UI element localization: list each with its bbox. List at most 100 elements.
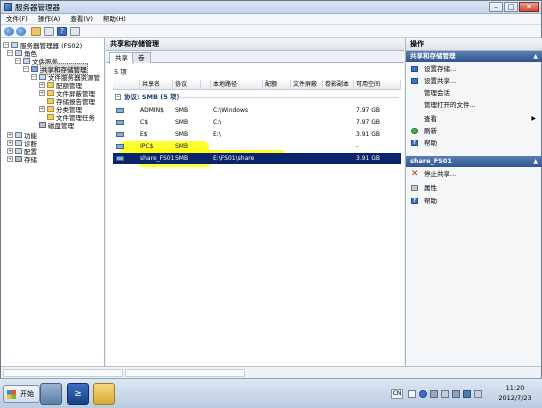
table-row[interactable]: C$ SMB C:\ 7.97 GB xyxy=(113,117,401,128)
tab-shares[interactable]: 共享 xyxy=(109,52,134,64)
folder-icon xyxy=(47,106,54,112)
help-icon: ? xyxy=(411,198,418,204)
action-stop-sharing[interactable]: ✕ 停止共享... xyxy=(406,169,542,179)
share-icon xyxy=(116,144,124,149)
collapse-icon[interactable]: − xyxy=(15,58,21,64)
share-icon xyxy=(116,132,124,137)
up-icon[interactable] xyxy=(31,27,41,36)
action-view[interactable]: 查看 ▶ xyxy=(406,114,542,124)
actions-section-share-fs01[interactable]: share_FS01 ▲ xyxy=(406,156,542,167)
folder-icon xyxy=(47,90,54,96)
help-tray-icon[interactable] xyxy=(419,390,427,398)
ime-icon[interactable] xyxy=(430,390,438,398)
menu-action[interactable]: 操作(A) xyxy=(33,14,66,24)
column-shadow-copies[interactable]: 卷影副本 xyxy=(323,80,354,90)
server-manager-taskbar-icon[interactable] xyxy=(40,383,62,405)
menu-view[interactable]: 查看(V) xyxy=(65,14,98,24)
tree-icon[interactable] xyxy=(44,27,54,36)
help-icon[interactable]: ? xyxy=(57,27,67,36)
column-share-name[interactable]: 共享名 xyxy=(140,80,173,90)
action-help[interactable]: ? 帮助 xyxy=(406,138,542,148)
start-button[interactable]: 开始 xyxy=(3,385,40,403)
column-sort[interactable] xyxy=(201,80,211,90)
network-icon[interactable] xyxy=(463,390,471,398)
panel-icon[interactable] xyxy=(70,27,80,36)
tree-node-root[interactable]: − 服务器管理器 (FS02) xyxy=(3,41,82,50)
collapse-icon[interactable]: − xyxy=(23,66,29,72)
title-bar[interactable]: 服务器管理器 – □ ✕ xyxy=(1,1,541,14)
menu-file[interactable]: 文件(F) xyxy=(1,14,33,24)
share-icon xyxy=(411,78,418,84)
keyboard-icon[interactable] xyxy=(408,390,416,398)
expand-icon[interactable]: + xyxy=(7,156,13,162)
fsrm-icon xyxy=(39,74,46,80)
center-pane: 共享和存储管理 共享 卷 5 项 共享名 协议 本地路径 配额 文件屏蔽 卷影副… xyxy=(106,38,404,366)
disk-icon xyxy=(39,122,46,128)
action-manage-sessions[interactable]: 管理会话 xyxy=(406,88,542,98)
features-icon xyxy=(15,132,22,138)
column-quota[interactable]: 配额 xyxy=(263,80,291,90)
share-icon xyxy=(116,120,124,125)
action-manage-open-files[interactable]: 管理打开的文件... xyxy=(406,100,542,110)
menu-help[interactable]: 帮助(H) xyxy=(98,14,131,24)
action-help-share[interactable]: ? 帮助 xyxy=(406,196,542,206)
center-title: 共享和存储管理 xyxy=(106,38,404,51)
properties-icon xyxy=(411,185,418,191)
column-protocol[interactable]: 协议 xyxy=(173,80,201,90)
server-icon xyxy=(11,42,18,48)
expand-icon[interactable]: + xyxy=(39,106,45,112)
tree-node-storage[interactable]: + 存储 xyxy=(7,155,37,164)
expand-icon[interactable]: + xyxy=(39,82,45,88)
actions-section-share-storage[interactable]: 共享和存储管理 ▲ xyxy=(406,51,542,62)
submenu-arrow-icon: ▶ xyxy=(531,115,536,122)
table-row[interactable]: IPC$ SMB - xyxy=(113,141,401,152)
window-controls: – □ ✕ xyxy=(489,2,539,12)
clock[interactable]: 11:20 2012/7/23 xyxy=(493,383,537,403)
table-row[interactable]: ADMIN$ SMB C:\Windows 7.97 GB xyxy=(113,105,401,116)
close-button[interactable]: ✕ xyxy=(519,2,539,12)
item-count: 5 项 xyxy=(114,68,127,76)
expand-icon[interactable]: + xyxy=(7,140,13,146)
column-file-screen[interactable]: 文件屏蔽 xyxy=(291,80,323,90)
back-icon[interactable] xyxy=(4,27,14,36)
storage-icon xyxy=(15,156,22,162)
tab-volumes[interactable]: 卷 xyxy=(132,52,151,63)
powershell-taskbar-icon[interactable]: ≥ xyxy=(67,383,89,405)
collapse-caret-icon[interactable]: ▲ xyxy=(533,156,538,167)
collapse-icon[interactable]: − xyxy=(115,94,121,100)
expand-icon[interactable]: + xyxy=(39,90,45,96)
action-provision-storage[interactable]: 设置存储... xyxy=(406,64,542,74)
folder-icon xyxy=(47,98,54,104)
share-icon xyxy=(116,108,124,113)
action-properties[interactable]: 属性 xyxy=(406,183,542,193)
window-title: 服务器管理器 xyxy=(15,3,60,12)
table-row[interactable]: E$ SMB E:\ 3.91 GB xyxy=(113,129,401,140)
maximize-button[interactable]: □ xyxy=(504,2,518,12)
tree-node-disk-mgmt[interactable]: 磁盘管理 xyxy=(31,121,74,130)
diagnostics-icon xyxy=(15,140,22,146)
action-provision-share[interactable]: 设置共享... xyxy=(406,76,542,86)
share-icon xyxy=(31,66,38,72)
collapse-icon[interactable]: − xyxy=(31,74,37,80)
explorer-taskbar-icon[interactable] xyxy=(93,383,115,405)
collapse-icon[interactable]: − xyxy=(3,42,9,48)
tab-strip: 共享 卷 xyxy=(106,51,404,64)
settings-tray-icon[interactable] xyxy=(441,390,449,398)
minimize-button[interactable]: – xyxy=(489,2,503,12)
collapse-caret-icon[interactable]: ▲ xyxy=(533,51,538,62)
collapse-icon[interactable]: − xyxy=(7,50,13,56)
language-indicator[interactable]: CN xyxy=(391,389,403,399)
forward-icon[interactable] xyxy=(16,27,26,36)
column-local-path[interactable]: 本地路径 xyxy=(211,80,263,90)
table-row-selected[interactable]: share_FS01 SMB E:\FS01\share 3.91 GB xyxy=(113,153,401,164)
folder-icon xyxy=(47,82,54,88)
expand-icon[interactable]: + xyxy=(7,148,13,154)
column-blank xyxy=(113,80,140,90)
action-refresh[interactable]: 刷新 xyxy=(406,126,542,136)
flag-tray-icon[interactable] xyxy=(452,390,460,398)
configuration-icon xyxy=(15,148,22,154)
volume-icon[interactable] xyxy=(474,390,482,398)
expand-icon[interactable]: + xyxy=(7,132,13,138)
status-segment xyxy=(3,369,123,377)
column-free-space[interactable]: 可用空间 xyxy=(354,80,401,90)
